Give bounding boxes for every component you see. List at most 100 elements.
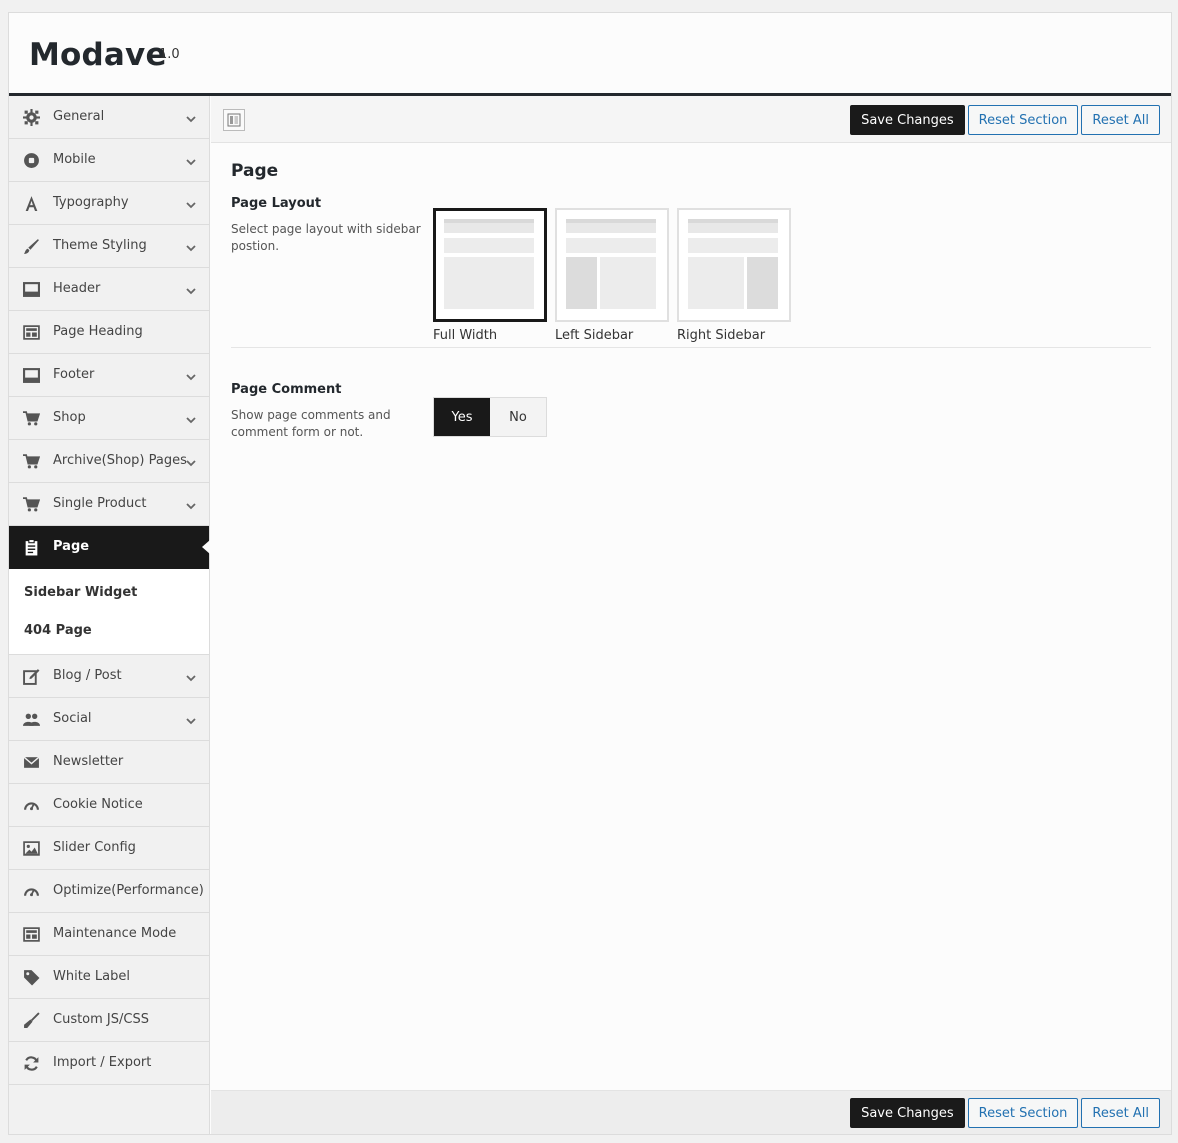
dashboard-icon — [23, 883, 40, 900]
image-icon — [23, 840, 40, 857]
dashboard-icon — [23, 797, 40, 814]
tag-icon — [23, 969, 40, 986]
sidebar-item-mobile[interactable]: Mobile — [9, 139, 209, 182]
app-title: Modave — [29, 37, 167, 73]
sidebar-item-label: Newsletter — [53, 754, 124, 769]
active-pointer — [202, 540, 210, 554]
full-width-preview — [444, 219, 534, 309]
sidebar-item-blog-post[interactable]: Blog / Post — [9, 655, 209, 698]
envelope-icon — [23, 754, 40, 771]
sidebar-item-slider-config[interactable]: Slider Config — [9, 827, 209, 870]
gear-icon — [23, 109, 40, 126]
sidebar-item-label: Footer — [53, 367, 95, 382]
save-changes-button[interactable]: Save Changes — [850, 105, 965, 135]
brush-icon — [23, 238, 40, 255]
page-comment-yes-button[interactable]: Yes — [434, 398, 490, 436]
sidebar-item-label: White Label — [53, 969, 131, 984]
reset-section-button[interactable]: Reset Section — [967, 1098, 1079, 1128]
sidebar-item-page-heading[interactable]: Page Heading — [9, 311, 209, 354]
sidebar-item-label: Theme Styling — [53, 238, 147, 253]
page-comment-no-button[interactable]: No — [490, 398, 546, 436]
bottom-toolbar: Save Changes Reset Section Reset All — [211, 1090, 1171, 1134]
sidebar-item-footer[interactable]: Footer — [9, 354, 209, 397]
options-header: Modave 1.0 — [9, 13, 1171, 96]
sidebar-item-page[interactable]: Page — [9, 526, 210, 569]
layout-toggle-icon — [227, 113, 241, 127]
page-comment-title: Page Comment — [231, 382, 342, 397]
chevron-down-icon — [185, 368, 197, 381]
chevron-down-icon — [185, 153, 197, 166]
sidebar-item-label: Social — [53, 711, 92, 726]
sidebar-item-label: Single Product — [53, 496, 147, 511]
save-changes-button[interactable]: Save Changes — [850, 1098, 965, 1128]
sidebar-item-label: Archive(Shop) Pages — [53, 453, 187, 468]
field-divider — [231, 347, 1151, 348]
sidebar-item-custom-js-css[interactable]: Custom JS/CSS — [9, 999, 209, 1042]
users-icon — [23, 711, 40, 728]
layout-option-full-width[interactable]: Full Width — [433, 208, 547, 343]
mobile-icon — [23, 152, 40, 169]
page-comment-toggle: Yes No — [433, 397, 547, 437]
sidebar-item-white-label[interactable]: White Label — [9, 956, 209, 999]
sidebar-item-shop[interactable]: Shop — [9, 397, 209, 440]
options-panel: Modave 1.0 General Mobile Typography Theme … — [8, 12, 1172, 1135]
sidebar-item-label: General — [53, 109, 105, 124]
sidebar-item-cookie-notice[interactable]: Cookie Notice — [9, 784, 209, 827]
sidebar-item-newsletter[interactable]: Newsletter — [9, 741, 209, 784]
chevron-down-icon — [185, 239, 197, 252]
cart-icon — [23, 410, 40, 427]
reset-all-button[interactable]: Reset All — [1081, 1098, 1160, 1128]
chevron-down-icon — [185, 196, 197, 209]
expand-toggle-button[interactable] — [223, 109, 245, 131]
sidebar-item-general[interactable]: General — [9, 96, 209, 139]
clipboard-icon — [23, 539, 40, 556]
sidebar-item-archive-shop-pages[interactable]: Archive(Shop) Pages — [9, 440, 209, 483]
reset-section-button[interactable]: Reset Section — [967, 105, 1079, 135]
sidebar-item-label: Slider Config — [53, 840, 136, 855]
sidebar-item-social[interactable]: Social — [9, 698, 209, 741]
sidebar-item-typography[interactable]: Typography — [9, 182, 209, 225]
page-layout-title: Page Layout — [231, 196, 322, 211]
options-content: Page Page Layout Select page layout with… — [211, 143, 1171, 1090]
page-comment-description: Show page comments and comment form or n… — [231, 408, 391, 439]
chevron-down-icon — [185, 282, 197, 295]
submenu-item[interactable]: Sidebar Widget — [9, 573, 209, 611]
footer-icon — [23, 367, 40, 384]
sidebar-item-optimize-performance[interactable]: Optimize(Performance) — [9, 870, 209, 913]
sidebar-nav: General Mobile Typography Theme Styling Head… — [9, 96, 210, 1134]
sidebar-item-label: Mobile — [53, 152, 96, 167]
layout-option-label: Right Sidebar — [677, 328, 766, 343]
sidebar-item-label: Cookie Notice — [53, 797, 143, 812]
section-title: Page — [231, 161, 279, 181]
reset-all-button[interactable]: Reset All — [1081, 105, 1160, 135]
layout-icon — [23, 926, 40, 943]
sidebar-item-label: Typography — [53, 195, 129, 210]
sidebar-item-header[interactable]: Header — [9, 268, 209, 311]
left-sidebar-preview — [566, 219, 656, 309]
chevron-down-icon — [185, 110, 197, 123]
sidebar-item-label: Page Heading — [53, 324, 143, 339]
top-toolbar: Save Changes Reset Section Reset All — [211, 96, 1171, 143]
layout-option-right-sidebar[interactable]: Right Sidebar — [677, 208, 791, 343]
page-layout-description: Select page layout with sidebar postion. — [231, 222, 421, 253]
edit-icon — [23, 668, 40, 685]
sidebar-item-label: Custom JS/CSS — [53, 1012, 149, 1027]
sidebar-item-label: Header — [53, 281, 101, 296]
layout-option-label: Left Sidebar — [555, 328, 634, 343]
app-version: 1.0 — [159, 47, 180, 62]
sidebar-item-label: Maintenance Mode — [53, 926, 177, 941]
sidebar-item-label: Blog / Post — [53, 668, 122, 683]
sidebar-item-theme-styling[interactable]: Theme Styling — [9, 225, 209, 268]
sidebar-item-maintenance-mode[interactable]: Maintenance Mode — [9, 913, 209, 956]
sidebar-item-single-product[interactable]: Single Product — [9, 483, 209, 526]
sidebar-item-label: Shop — [53, 410, 86, 425]
layout-option-left-sidebar[interactable]: Left Sidebar — [555, 208, 669, 343]
chevron-down-icon — [185, 454, 197, 467]
sidebar-item-label: Page — [53, 539, 90, 554]
submenu-item[interactable]: 404 Page — [9, 611, 209, 649]
refresh-icon — [23, 1055, 40, 1072]
sidebar-item-import-export[interactable]: Import / Export — [9, 1042, 209, 1085]
chevron-down-icon — [185, 669, 197, 682]
sidebar-item-label: Import / Export — [53, 1055, 152, 1070]
cart-icon — [23, 496, 40, 513]
